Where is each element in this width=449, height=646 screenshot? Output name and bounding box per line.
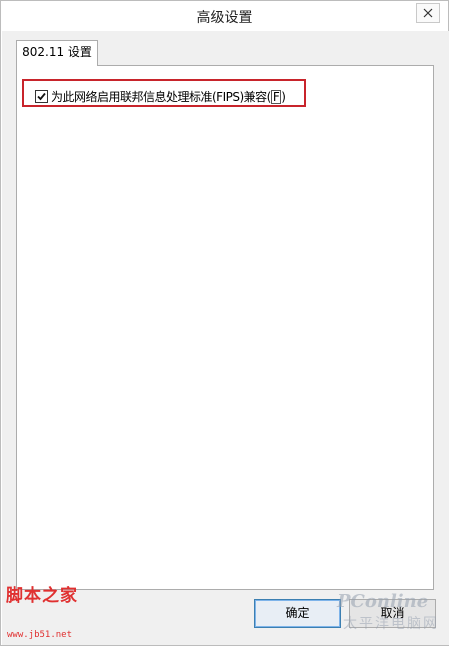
fips-accelerator-key: F (270, 90, 282, 104)
fips-label-text: 为此网络启用联邦信息处理标准(FIPS)兼容( (51, 90, 271, 104)
fips-option-highlight: 为此网络启用联邦信息处理标准(FIPS)兼容(F) (22, 79, 306, 107)
fips-label-suffix: ) (281, 90, 286, 104)
fips-checkbox[interactable] (35, 90, 48, 103)
watermark-pconline-sub: 太平洋电脑网 (343, 616, 439, 632)
close-button[interactable] (416, 3, 440, 23)
titlebar[interactable]: 高级设置 (1, 1, 448, 31)
close-icon (423, 8, 433, 18)
window-title: 高级设置 (196, 10, 253, 26)
watermark-jb51-url: www.jb51.net (7, 630, 73, 640)
ok-button[interactable]: 确定 (254, 599, 341, 628)
fips-option-label[interactable]: 为此网络启用联邦信息处理标准(FIPS)兼容(F) (51, 88, 311, 105)
dialog-client-area: 802.11 设置 为此网络启用联邦信息处理标准(FIPS)兼容(F) 确定 取… (2, 31, 449, 645)
watermark-pconline-logo: PConline (337, 591, 429, 612)
tab-panel: 为此网络启用联邦信息处理标准(FIPS)兼容(F) (16, 65, 434, 590)
checkmark-icon (37, 92, 46, 101)
tab-80211-settings[interactable]: 802.11 设置 (16, 40, 98, 66)
watermark-jb51-logo: 脚本之家 (6, 586, 78, 606)
dialog-window: 高级设置 802.11 设置 为此网络启用联邦信息处理标准(FIPS)兼容(F)… (0, 0, 449, 646)
